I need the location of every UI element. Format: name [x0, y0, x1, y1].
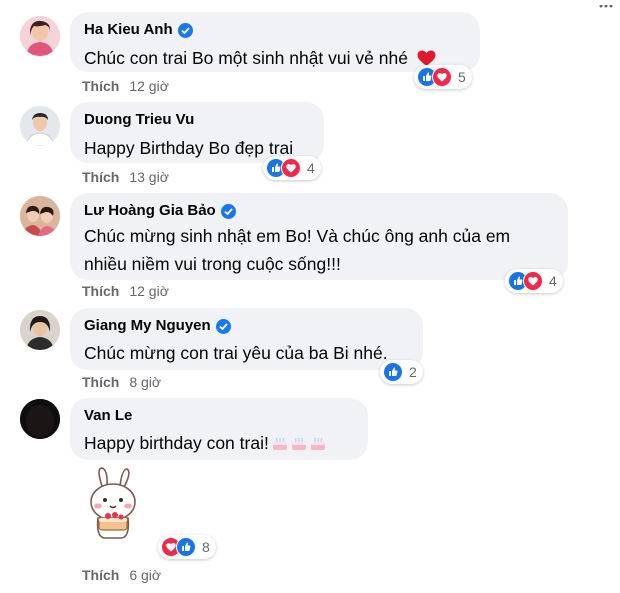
comment-text: Happy Birthday Bo đẹp trai	[84, 138, 294, 158]
comment-text-line: Chúc mừng sinh nhật em Bo! Và chúc ông a…	[84, 226, 511, 246]
reaction-summary[interactable]: 4	[505, 269, 563, 293]
comment-text: Chúc con trai Bo một sinh nhật vui vẻ nh…	[84, 48, 408, 68]
comment-bubble: Lư Hoàng Gia Bảo Chúc mừng sinh nhật em …	[70, 193, 568, 280]
avatar[interactable]	[20, 106, 60, 146]
love-icon	[432, 67, 452, 87]
commenter-name[interactable]: Van Le	[84, 406, 132, 426]
comment-bubble: Van Le Happy birthday con trai!	[70, 398, 368, 460]
love-icon	[523, 271, 543, 291]
reaction-count: 4	[549, 273, 557, 289]
avatar[interactable]	[20, 16, 60, 56]
comment-meta: Thích 8 giờ	[82, 374, 161, 390]
commenter-name[interactable]: Giang My Nguyen	[84, 316, 211, 336]
reaction-count: 8	[202, 539, 210, 555]
commenter-name[interactable]: Lư Hoàng Gia Bảo	[84, 201, 216, 221]
verified-badge-icon	[215, 318, 231, 334]
comment-meta: Thích 13 giờ	[82, 169, 169, 185]
avatar[interactable]	[20, 196, 60, 236]
like-link[interactable]: Thích	[82, 374, 119, 390]
comment-text: Chúc mừng con trai yêu của ba Bi nhé.	[84, 343, 388, 363]
comment-time[interactable]: 12 giờ	[129, 283, 169, 299]
comment-text: Happy birthday con trai!	[84, 433, 269, 453]
comment-bubble: Giang My Nguyen Chúc mừng con trai yêu c…	[70, 308, 423, 370]
commenter-name[interactable]: Ha Kieu Anh	[84, 20, 173, 40]
reaction-count: 2	[409, 364, 417, 380]
bunny-cake-sticker[interactable]	[82, 466, 144, 542]
reaction-summary[interactable]: 2	[380, 360, 423, 384]
comment-bubble: Ha Kieu Anh Chúc con trai Bo một sinh nh…	[70, 12, 480, 72]
like-icon	[176, 537, 196, 557]
like-icon	[383, 362, 403, 382]
overflow-dots-icon[interactable]	[598, 0, 614, 14]
comment-time[interactable]: 6 giờ	[129, 567, 161, 583]
like-link[interactable]: Thích	[82, 169, 119, 185]
reaction-summary[interactable]: 4	[263, 156, 321, 180]
verified-badge-icon	[177, 22, 193, 38]
avatar[interactable]	[20, 310, 60, 350]
comment-time[interactable]: 8 giờ	[129, 374, 161, 390]
commenter-name[interactable]: Duong Trieu Vu	[84, 110, 194, 130]
like-link[interactable]: Thích	[82, 283, 119, 299]
comment-time[interactable]: 13 giờ	[129, 169, 169, 185]
reaction-count: 5	[458, 69, 466, 85]
comment-meta: Thích 12 giờ	[82, 78, 169, 94]
reaction-summary[interactable]: 5	[414, 65, 472, 89]
avatar[interactable]	[20, 399, 60, 439]
verified-badge-icon	[220, 203, 236, 219]
birthday-cake-emoji-icon	[271, 435, 327, 451]
comment-bubble: Duong Trieu Vu Happy Birthday Bo đẹp tra…	[70, 102, 324, 163]
like-link[interactable]: Thích	[82, 567, 119, 583]
reaction-count: 4	[307, 160, 315, 176]
love-icon	[281, 158, 301, 178]
comment-meta: Thích 12 giờ	[82, 283, 169, 299]
comment-meta: Thích 6 giờ	[82, 567, 161, 583]
comment-time[interactable]: 12 giờ	[129, 78, 169, 94]
like-link[interactable]: Thích	[82, 78, 119, 94]
reaction-summary[interactable]: 8	[158, 535, 216, 559]
comment-text-line: nhiều niềm vui trong cuộc sống!!!	[84, 254, 341, 274]
